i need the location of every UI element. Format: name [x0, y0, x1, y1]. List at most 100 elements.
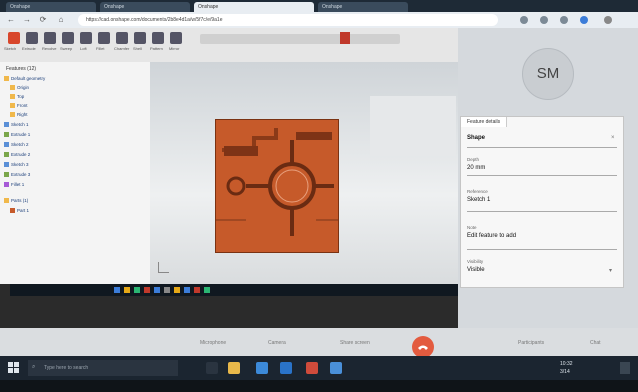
browser-tab[interactable]: Onshape — [100, 2, 190, 12]
feature-properties: Feature details Shape × Depth 20 mm Refe… — [460, 116, 624, 288]
app-icon[interactable] — [204, 287, 210, 293]
origin-icon — [10, 85, 15, 91]
app-icon[interactable] — [164, 287, 170, 293]
notification-icon[interactable] — [620, 362, 630, 374]
mirror-icon[interactable] — [170, 32, 182, 44]
tree-item[interactable]: Parts (1) — [4, 198, 29, 204]
viewport-shading — [370, 96, 456, 156]
plane-icon — [10, 103, 15, 109]
chamfer-icon[interactable] — [116, 32, 128, 44]
screen-bezel — [0, 380, 638, 392]
pattern-icon[interactable] — [152, 32, 164, 44]
part-body[interactable] — [216, 120, 338, 252]
visibility-select[interactable]: Visible — [467, 267, 485, 273]
windows-start-icon[interactable] — [8, 362, 20, 374]
browser-tabbar: Onshape Onshape Onshape Onshape — [0, 0, 638, 12]
fillet-icon[interactable] — [98, 32, 110, 44]
tree-item[interactable]: Sketch 1 — [4, 122, 29, 128]
fillet-icon — [4, 182, 9, 188]
tree-item[interactable]: Default geometry — [4, 76, 45, 82]
app-icon[interactable] — [330, 362, 342, 374]
tree-item[interactable]: Right — [10, 112, 28, 118]
app-icon[interactable] — [154, 287, 160, 293]
toolbar-label: Extrude — [22, 46, 36, 51]
close-icon[interactable]: × — [611, 135, 615, 141]
chevron-down-icon[interactable]: ▾ — [609, 267, 612, 274]
depth-field[interactable]: 20 mm — [467, 165, 485, 171]
profile-icon[interactable] — [580, 16, 588, 24]
sketch-icon — [4, 142, 9, 148]
loft-icon[interactable] — [80, 32, 92, 44]
address-bar-row: ← → ⟳ ⌂ https://cad.onshape.com/document… — [0, 12, 638, 29]
panel-tab[interactable]: Feature details — [461, 117, 508, 127]
tree-item[interactable]: Fillet 1 — [4, 182, 24, 188]
sweep-icon[interactable] — [62, 32, 74, 44]
field-label: Visibility — [467, 259, 484, 264]
tree-item[interactable]: Sketch 3 — [4, 162, 29, 168]
extension-icon[interactable] — [520, 16, 528, 24]
home-icon[interactable]: ⌂ — [56, 15, 66, 25]
note-field[interactable]: Edit feature to add — [467, 233, 516, 239]
app-icon[interactable] — [114, 287, 120, 293]
participants-button[interactable]: Participants — [518, 340, 544, 346]
chat-button[interactable]: Chat — [590, 340, 601, 346]
tree-item[interactable]: Part 1 — [10, 208, 29, 214]
forward-icon[interactable]: → — [22, 15, 32, 25]
shell-icon[interactable] — [134, 32, 146, 44]
tree-item-label: Top — [17, 94, 25, 99]
app-icon[interactable] — [194, 287, 200, 293]
extension-icon[interactable] — [560, 16, 568, 24]
tree-item[interactable]: Extrude 1 — [4, 132, 30, 138]
tree-item-label: Parts (1) — [11, 198, 29, 203]
reload-icon[interactable]: ⟳ — [38, 15, 48, 25]
sketch-icon — [4, 122, 9, 128]
tree-item[interactable]: Origin — [10, 85, 29, 91]
app-icon[interactable] — [184, 287, 190, 293]
sketch-icon[interactable] — [8, 32, 20, 44]
app-icon[interactable] — [144, 287, 150, 293]
revolve-icon[interactable] — [44, 32, 56, 44]
url-field[interactable]: https://cad.onshape.com/documents/2b8e4d… — [78, 14, 498, 26]
task-view-icon[interactable] — [206, 362, 218, 374]
tree-item[interactable]: Extrude 2 — [4, 152, 30, 158]
extension-icon[interactable] — [540, 16, 548, 24]
search-icon: ⌕ — [32, 364, 36, 370]
reference-field[interactable]: Sketch 1 — [467, 197, 490, 203]
microphone-button[interactable]: Microphone — [200, 340, 226, 346]
part-icon — [10, 208, 15, 214]
toolbar-label: Fillet — [96, 46, 105, 51]
back-icon[interactable]: ← — [6, 15, 16, 25]
remote-taskbar — [10, 284, 458, 296]
file-explorer-icon[interactable] — [228, 362, 240, 374]
app-icon[interactable] — [124, 287, 130, 293]
extrude-icon — [4, 152, 9, 158]
tree-item[interactable]: Sketch 2 — [4, 142, 29, 148]
browser-tab[interactable]: Onshape — [6, 2, 96, 12]
tree-item-label: Right — [17, 112, 28, 117]
toolbar-group — [200, 34, 400, 44]
taskbar-search[interactable]: Type here to search — [28, 360, 178, 376]
share-screen-button[interactable]: Share screen — [340, 340, 370, 346]
mail-icon[interactable] — [280, 362, 292, 374]
app-icon[interactable] — [306, 362, 318, 374]
menu-icon[interactable] — [604, 16, 612, 24]
extrude-icon[interactable] — [26, 32, 38, 44]
app-icon[interactable] — [134, 287, 140, 293]
clock-date[interactable]: 3/14 — [560, 369, 570, 375]
app-icon[interactable] — [174, 287, 180, 293]
tree-item-label: Extrude 3 — [11, 172, 31, 177]
feature-toolbar: Sketch Extrude Revolve Sweep Loft Fillet… — [0, 28, 458, 63]
edge-icon[interactable] — [256, 362, 268, 374]
tree-item[interactable]: Extrude 3 — [4, 172, 31, 178]
toolbar-label: Loft — [80, 46, 87, 51]
browser-tab[interactable]: Onshape — [318, 2, 408, 12]
extrude-icon — [4, 132, 9, 138]
part-geometry — [216, 120, 338, 252]
tree-item[interactable]: Top — [10, 94, 25, 100]
browser-tab-active[interactable]: Onshape — [194, 2, 314, 12]
clock-time[interactable]: 10:32 — [560, 361, 573, 367]
tree-item[interactable]: Front — [10, 103, 28, 109]
measure-icon[interactable] — [340, 32, 350, 44]
camera-button[interactable]: Camera — [268, 340, 286, 346]
end-call-button[interactable] — [412, 336, 434, 358]
